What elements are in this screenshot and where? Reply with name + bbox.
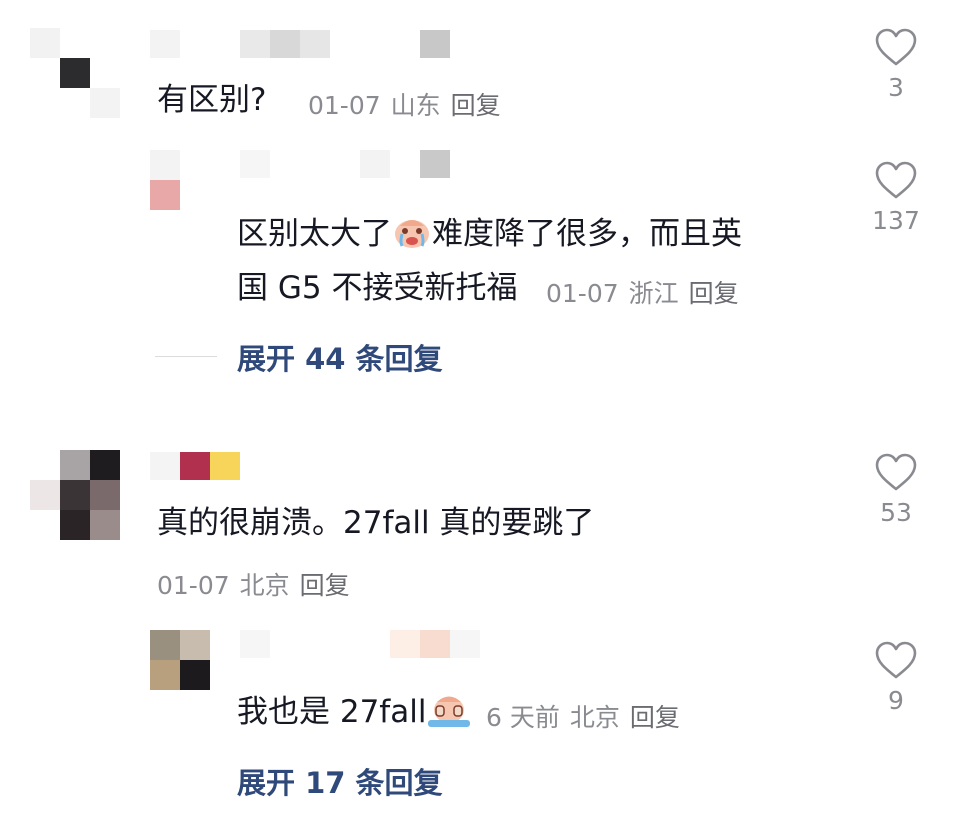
- reply-button[interactable]: 回复: [300, 571, 350, 600]
- sobbing-face-emoji: [426, 692, 472, 738]
- like-count: 9: [888, 686, 904, 715]
- reply-button[interactable]: 回复: [689, 279, 739, 308]
- reply-text: 我也是 27fall: [237, 692, 472, 738]
- comment-location: 山东: [390, 91, 441, 120]
- avatar[interactable]: [30, 450, 122, 542]
- avatar[interactable]: [150, 630, 210, 690]
- like-button[interactable]: 137: [861, 160, 931, 235]
- reply-location: 浙江: [628, 279, 679, 308]
- reply-meta: 6 天前 北京 回复: [486, 698, 690, 734]
- expand-replies-button[interactable]: 展开 17 条回复: [237, 760, 443, 802]
- comment-meta: 01-07 山东 回复: [308, 86, 511, 122]
- username-redacted[interactable]: [150, 30, 450, 62]
- comment-date: 01-07: [157, 571, 230, 600]
- expand-replies-label[interactable]: 展开 44 条回复: [237, 336, 443, 378]
- heart-outline-icon: [875, 453, 917, 491]
- like-count: 53: [880, 498, 912, 527]
- avatar[interactable]: [30, 28, 122, 120]
- reply-text-line-2: 国 G5 不接受新托福: [237, 270, 518, 306]
- comment-text: 有区别?: [157, 82, 267, 118]
- avatar[interactable]: [150, 150, 210, 210]
- comment-date: 01-07: [308, 91, 381, 120]
- username-redacted[interactable]: [150, 452, 250, 482]
- reply-location: 北京: [569, 703, 620, 732]
- like-button[interactable]: 53: [861, 452, 931, 527]
- like-count: 137: [872, 206, 920, 235]
- crying-face-emoji: [392, 214, 432, 260]
- reply-button[interactable]: 回复: [630, 703, 680, 732]
- heart-outline-icon: [875, 28, 917, 66]
- comment-location: 北京: [239, 571, 290, 600]
- comment-meta: 01-07 北京 回复: [157, 566, 360, 602]
- reply-date: 6 天前: [486, 703, 560, 732]
- username-redacted[interactable]: [240, 630, 490, 662]
- comment-text: 真的很崩溃。27fall 真的要跳了: [157, 505, 595, 541]
- reply-date: 01-07: [546, 279, 619, 308]
- username-redacted[interactable]: [240, 150, 460, 182]
- expand-replies-label[interactable]: 展开 17 条回复: [237, 766, 443, 800]
- like-button[interactable]: 3: [861, 27, 931, 102]
- reply-meta: 01-07 浙江 回复: [546, 274, 749, 310]
- heart-outline-icon: [875, 641, 917, 679]
- divider-line: [155, 356, 217, 357]
- reply-button[interactable]: 回复: [451, 91, 501, 120]
- reply-text-line-1: 区别太大了 难度降了很多，而且英: [237, 214, 742, 260]
- like-button[interactable]: 9: [861, 640, 931, 715]
- like-count: 3: [888, 73, 904, 102]
- heart-outline-icon: [875, 161, 917, 199]
